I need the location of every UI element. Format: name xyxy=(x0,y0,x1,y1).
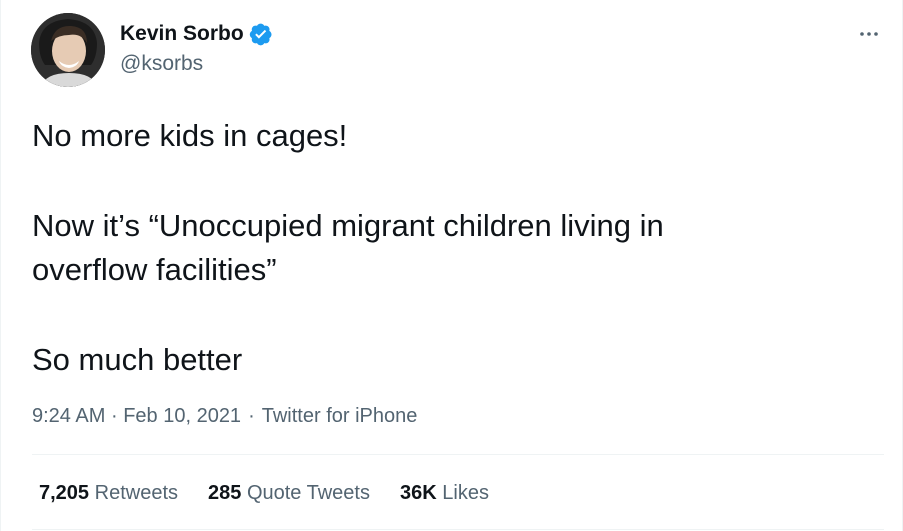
likes-count: 36K xyxy=(399,482,437,504)
tweet-text-line: So much better xyxy=(32,342,243,377)
quote-tweets-stat-link[interactable]: 285 Quote Tweets xyxy=(208,482,370,505)
tweet-text-line: Now it’s “Unoccupied migrant children li… xyxy=(32,208,664,243)
tweet-timestamp-link[interactable]: 9:24 AM · Feb 10, 2021 xyxy=(32,405,241,428)
author-display-name[interactable]: Kevin Sorbo xyxy=(120,22,244,46)
tweet-text: No more kids in cages! Now it’s “Unoccup… xyxy=(32,114,832,382)
retweets-stat-link[interactable]: 7,205 Retweets xyxy=(39,482,178,505)
author-handle[interactable]: @ksorbs xyxy=(120,52,203,76)
meta-separator: · xyxy=(248,405,255,427)
quote-tweets-count: 285 xyxy=(208,482,242,504)
tweet-date: Feb 10, 2021 xyxy=(123,405,242,427)
tweet-source-link[interactable]: Twitter for iPhone xyxy=(262,405,418,428)
author-name-row: Kevin Sorbo xyxy=(120,22,273,46)
retweets-count: 7,205 xyxy=(39,482,90,504)
more-horizontal-icon xyxy=(860,32,878,36)
verified-badge-icon xyxy=(249,22,273,46)
likes-label: Likes xyxy=(442,482,489,504)
retweets-label: Retweets xyxy=(94,482,178,504)
quote-tweets-label: Quote Tweets xyxy=(246,482,370,504)
divider xyxy=(32,454,884,455)
avatar-image xyxy=(31,13,105,87)
avatar[interactable] xyxy=(31,13,105,87)
tweet-time: 9:24 AM xyxy=(32,405,106,427)
tweet-stats: 7,205 Retweets 285 Quote Tweets 36K Like… xyxy=(39,482,489,505)
tweet-card: Kevin Sorbo @ksorbs No more kids in cage… xyxy=(0,0,903,531)
meta-separator: · xyxy=(110,405,118,427)
likes-stat-link[interactable]: 36K Likes xyxy=(400,482,489,505)
divider xyxy=(32,529,884,530)
tweet-metadata: 9:24 AM · Feb 10, 2021 · Twitter for iPh… xyxy=(32,405,417,428)
tweet-text-line: No more kids in cages! xyxy=(32,118,348,153)
more-options-button[interactable] xyxy=(853,18,885,50)
tweet-text-line: overflow facilities” xyxy=(32,252,277,287)
